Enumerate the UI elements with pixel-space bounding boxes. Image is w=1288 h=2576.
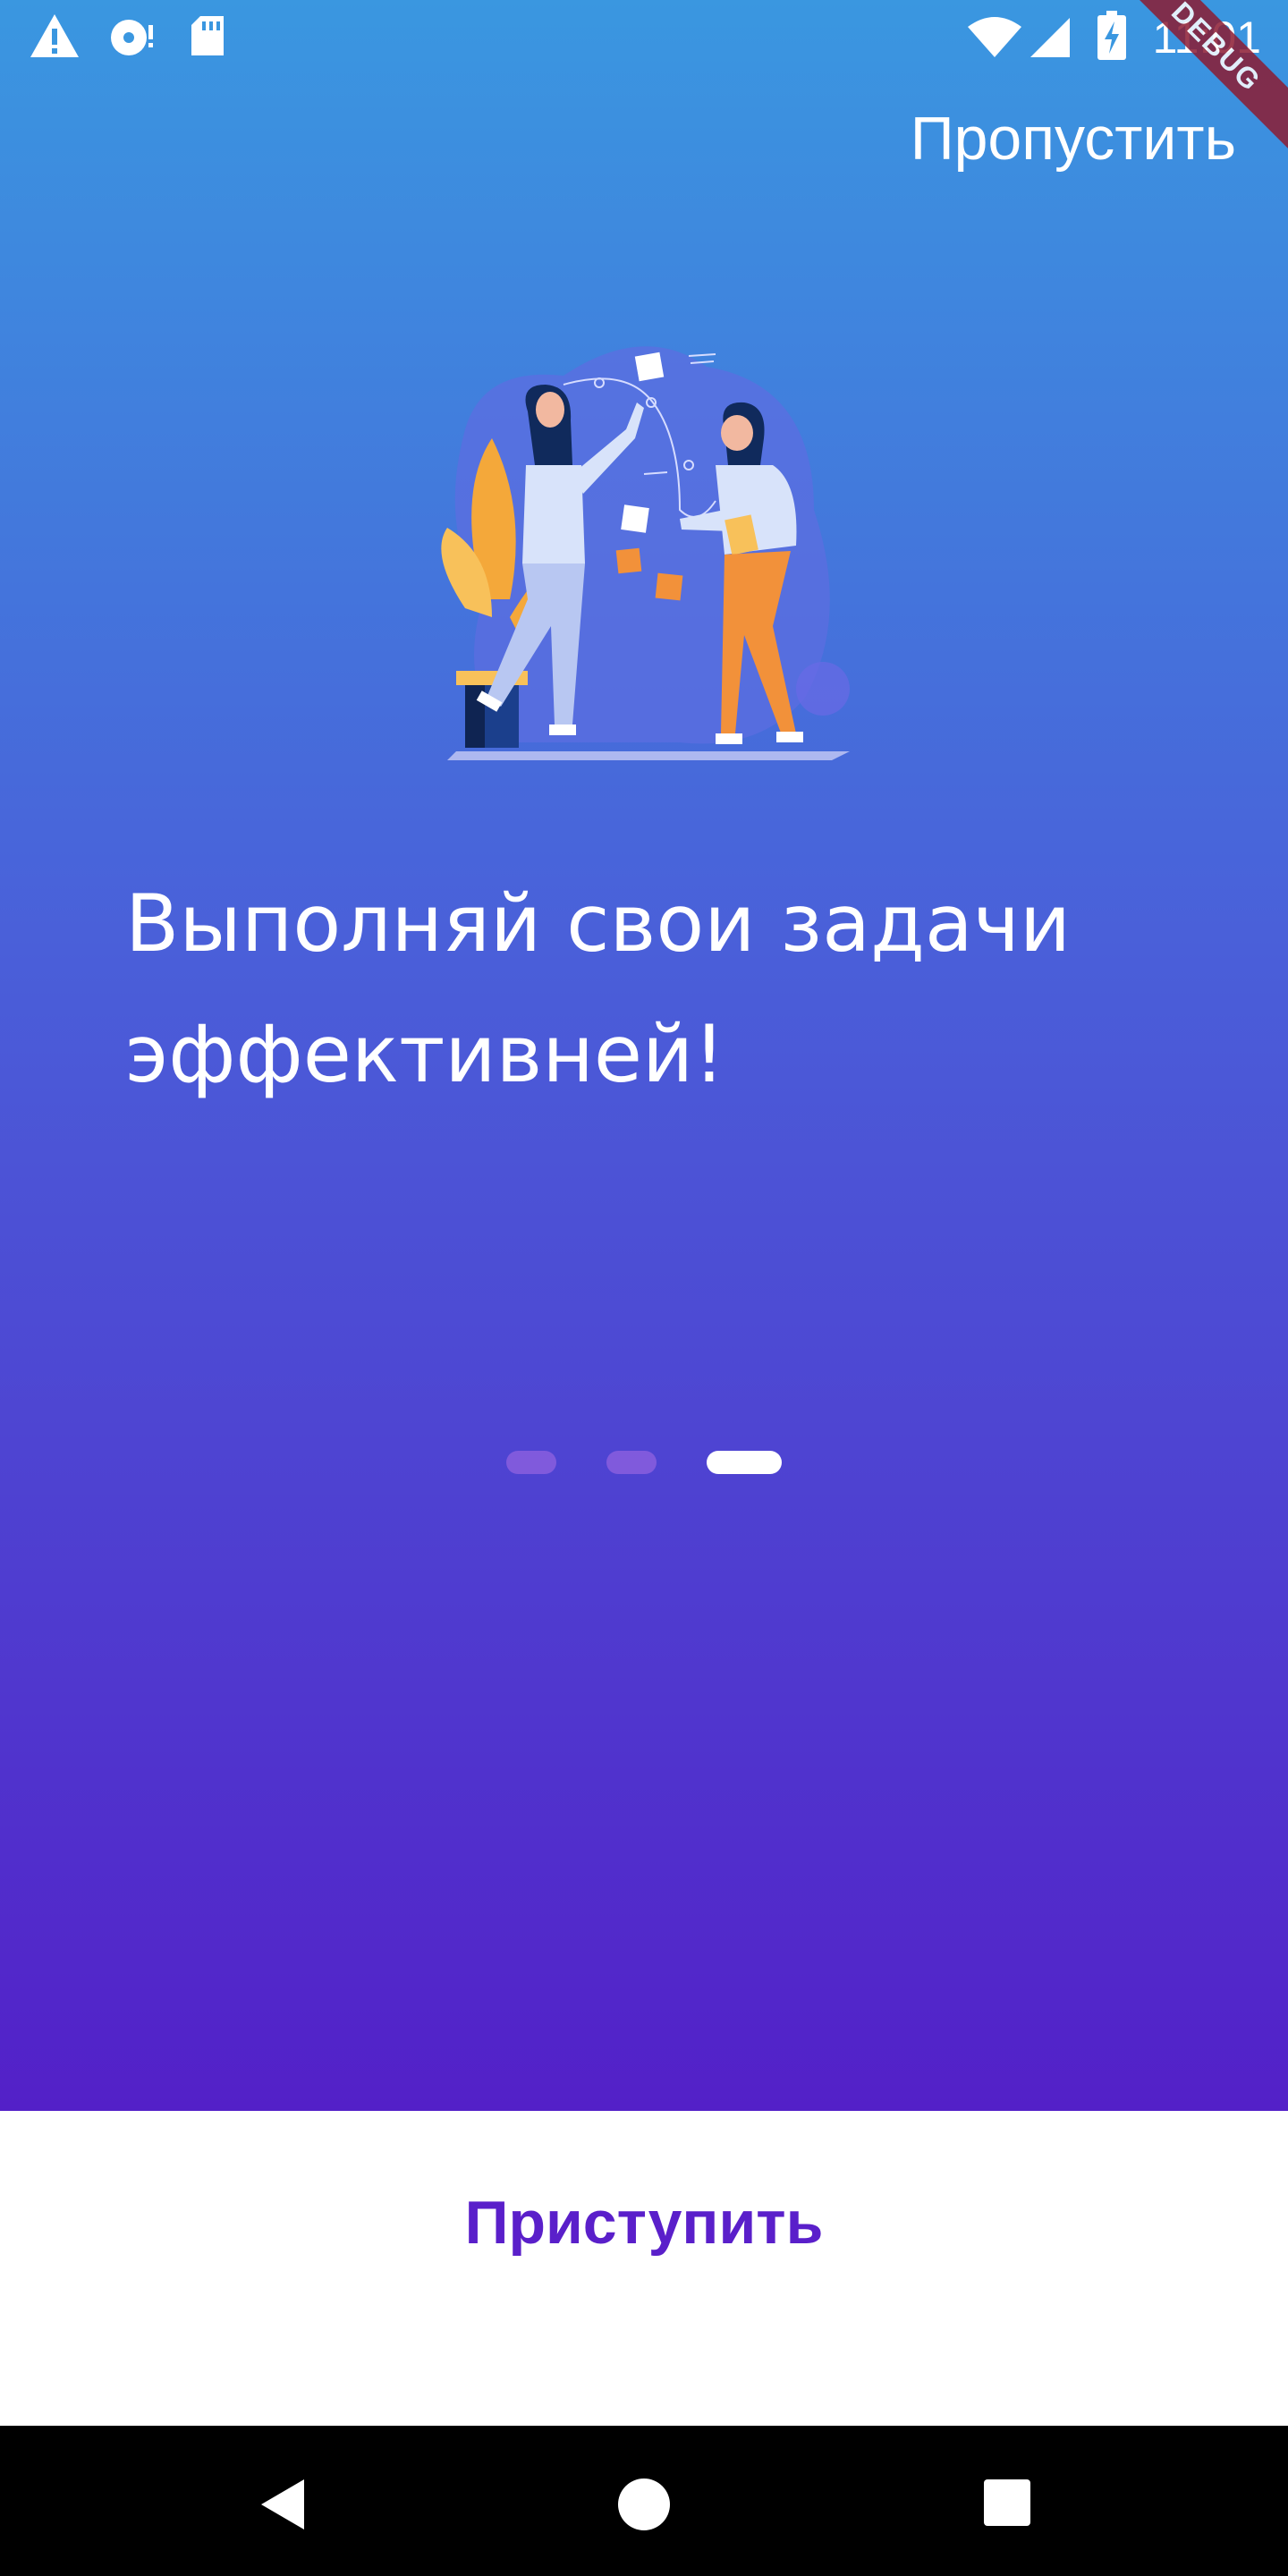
back-icon[interactable] [258, 2478, 308, 2535]
start-button[interactable]: Приступить [0, 2182, 1288, 2263]
warning-icon [29, 13, 80, 63]
wifi-icon [966, 16, 1023, 63]
disc-icon [107, 13, 157, 63]
sd-card-icon [188, 13, 227, 63]
home-icon[interactable] [617, 2478, 671, 2535]
skip-button[interactable]: Пропустить [911, 98, 1236, 179]
battery-charging-icon [1097, 11, 1127, 64]
recents-icon[interactable] [982, 2478, 1032, 2531]
page-indicator-dot-active[interactable] [707, 1451, 782, 1474]
onboarding-headline: Выполняй свои задачи эффективней! [125, 877, 1072, 1100]
page-indicator-dot[interactable] [506, 1451, 556, 1474]
status-bar: 11:01 [0, 0, 1288, 75]
bottom-panel [0, 2111, 1288, 2426]
signal-icon [1029, 16, 1072, 63]
page-indicator [0, 1451, 1288, 1476]
navigation-bar [0, 2426, 1288, 2576]
team-task-board-illustration [429, 331, 859, 769]
page-indicator-dot[interactable] [606, 1451, 657, 1474]
